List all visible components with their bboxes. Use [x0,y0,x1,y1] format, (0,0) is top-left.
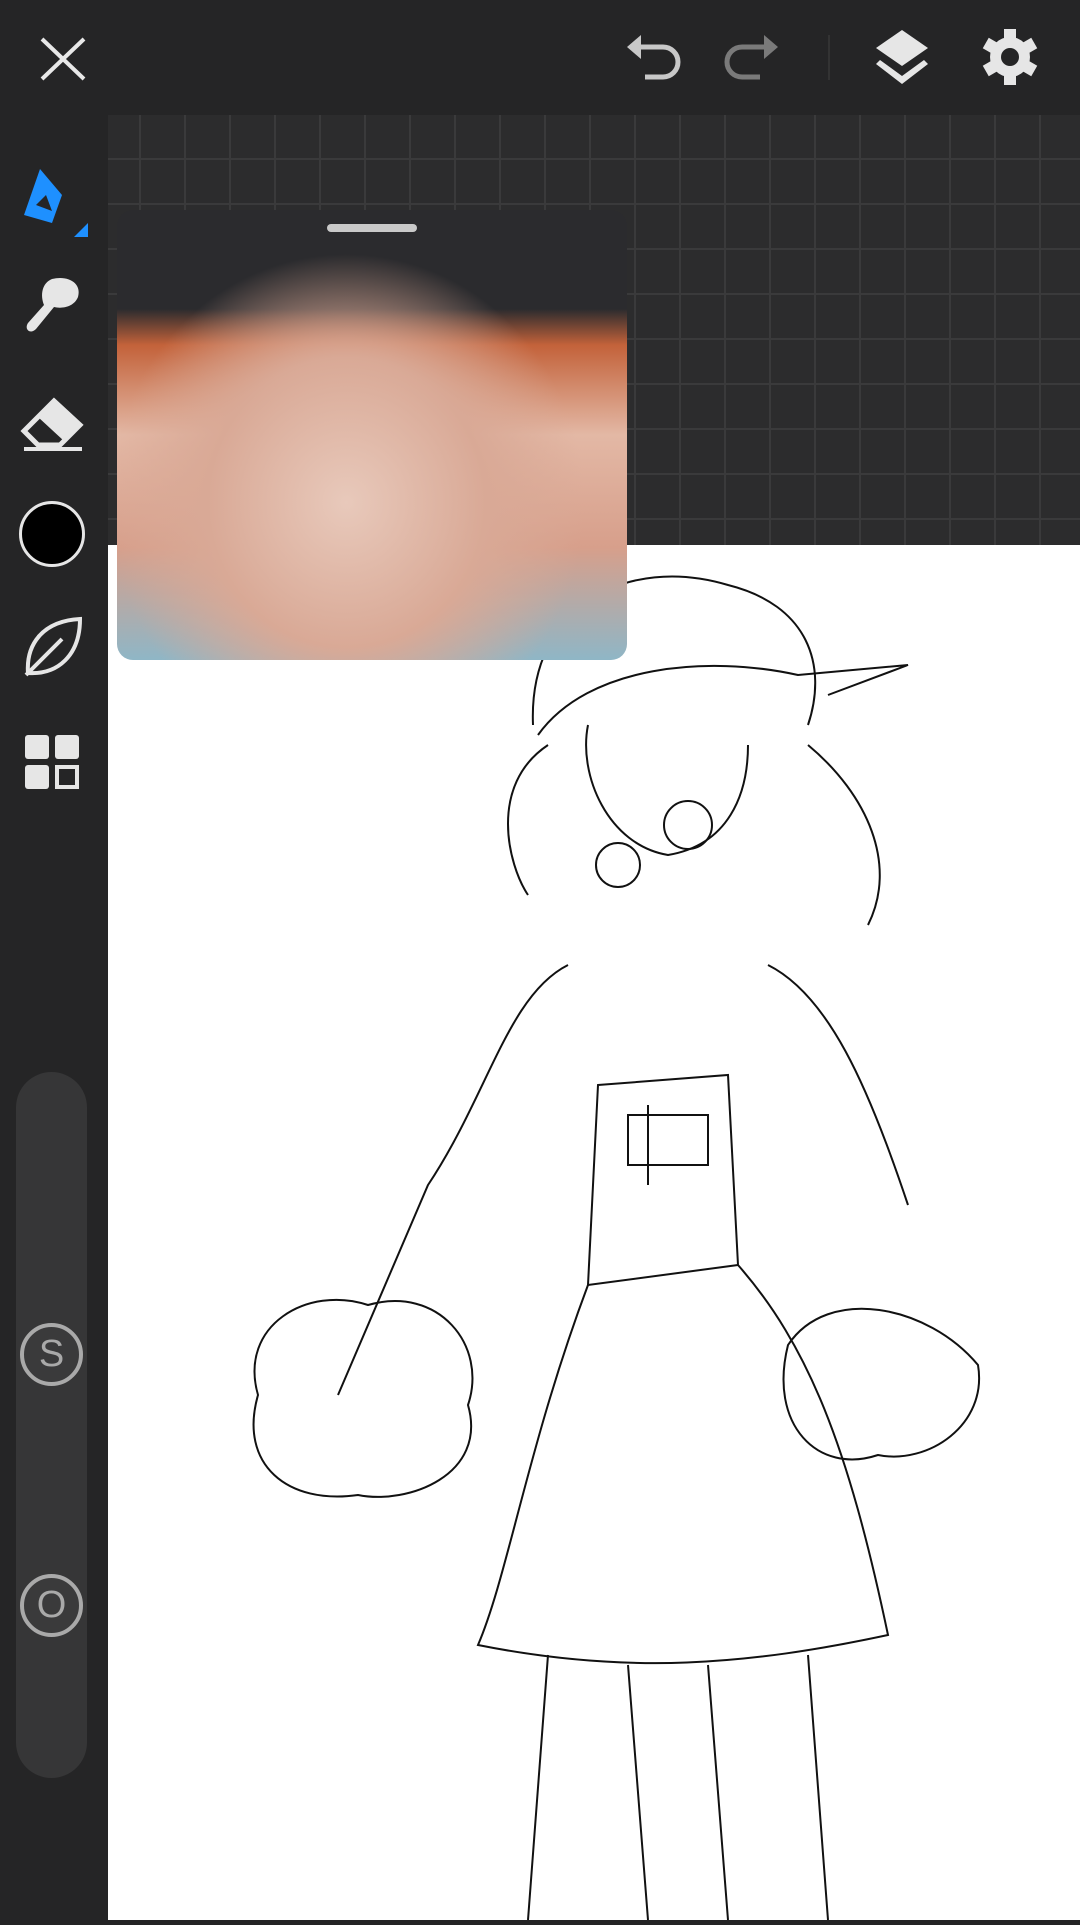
redo-icon[interactable] [720,33,780,83]
color-picker-swatch[interactable] [19,501,85,567]
divider [828,35,830,80]
drawing-canvas[interactable] [108,545,1080,1921]
leaf-icon[interactable] [22,615,84,679]
sketch-drawing [252,575,981,1921]
top-bar [0,0,1080,115]
tool-sidebar: S O [0,115,108,1920]
gear-icon[interactable] [980,28,1040,86]
reference-drag-handle[interactable] [327,224,417,232]
reference-image-panel[interactable] [117,210,627,660]
brush-slider-track[interactable] [16,1072,87,1778]
layers-icon[interactable] [872,28,932,86]
opacity-slider-knob[interactable]: O [20,1574,83,1637]
brush-tool-icon[interactable] [22,275,84,335]
size-slider-knob[interactable]: S [20,1323,83,1386]
undo-icon[interactable] [625,33,685,83]
pen-tool-icon[interactable] [18,165,90,237]
close-icon[interactable] [38,35,88,83]
grid-menu-icon[interactable] [25,735,81,791]
eraser-tool-icon[interactable] [20,397,84,453]
